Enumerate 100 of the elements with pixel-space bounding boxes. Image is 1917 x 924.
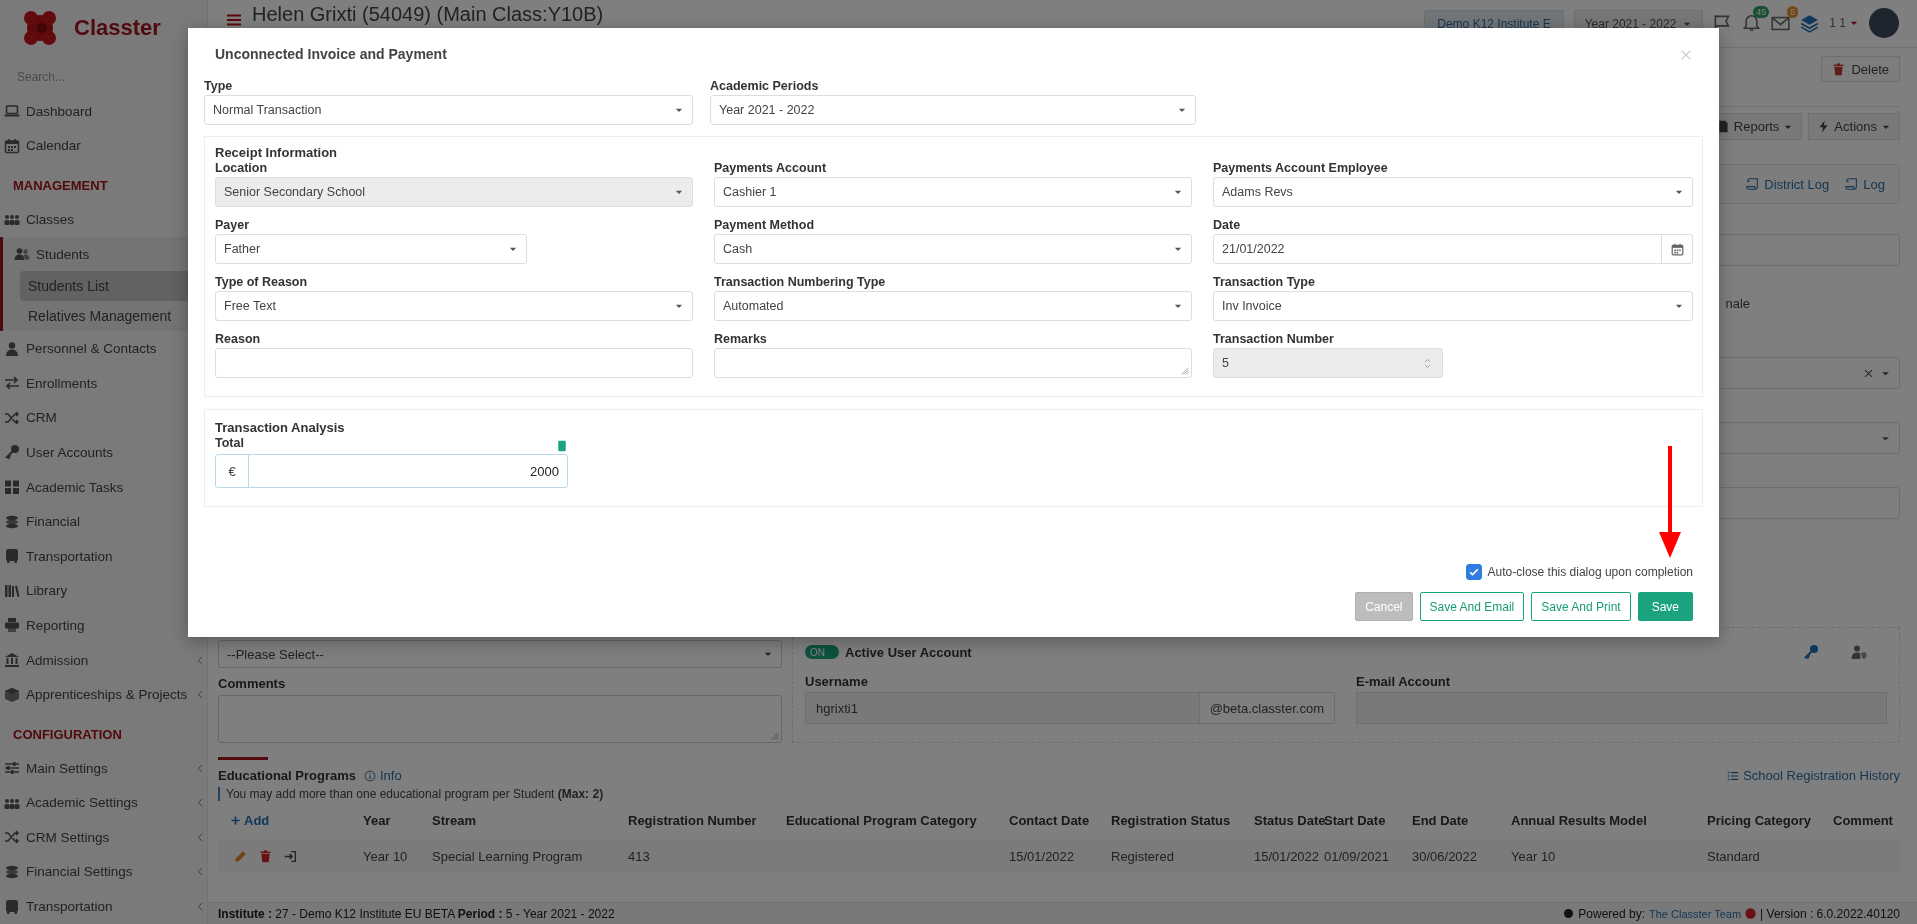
section-heading: CONFIGURATION (12, 725, 123, 744)
toggle-switch[interactable]: ON (805, 645, 839, 659)
field-label: Payer (215, 217, 251, 233)
checkbox[interactable] (1465, 564, 1482, 580)
delete-button[interactable]: Delete (1821, 56, 1900, 82)
users-icon (14, 246, 30, 263)
grid-icon (4, 479, 20, 496)
shuffle-icon (4, 829, 20, 846)
sidebar-item[interactable]: Students (3, 236, 207, 272)
sidebar-item[interactable]: Transportation (0, 538, 207, 574)
dialog-title: Unconnected Invoice and Payment (215, 46, 447, 64)
select-field[interactable]: Father (215, 234, 527, 264)
actions-dropdown[interactable]: Actions (1808, 113, 1900, 140)
table-cell-text: Year 10 (363, 848, 409, 864)
notification-badge: 45 (1753, 6, 1770, 18)
column-header: Registration Status (1111, 812, 1232, 828)
table-cell-text: 15/01/2022 (1009, 848, 1076, 864)
books-icon (4, 582, 20, 599)
printer-icon (4, 617, 20, 634)
history-link[interactable]: School Registration History (1727, 768, 1900, 783)
field-label: Type of Reason (215, 274, 309, 290)
user-menu[interactable]: 1 1 (1829, 16, 1859, 30)
sidebar-item[interactable]: Transportation (0, 889, 207, 924)
copyright-icon (1563, 908, 1575, 919)
field-label: Type (204, 78, 234, 94)
comments-field[interactable] (218, 695, 782, 743)
sidebar-item[interactable]: Reporting (0, 608, 207, 643)
date-field[interactable]: 21/01/2022 (1213, 234, 1662, 264)
checkbox-label: Auto-close this dialog upon completion (1487, 565, 1693, 579)
login-button[interactable] (284, 849, 297, 863)
bell-icon (1742, 14, 1762, 33)
save-button[interactable]: Save And Print (1531, 592, 1631, 621)
field-label: Remarks (714, 331, 768, 347)
section-heading: MANAGEMENT (12, 177, 109, 196)
log-link[interactable]: District Log (1746, 176, 1830, 192)
info-link[interactable]: Info (364, 768, 402, 783)
resize-grip-icon (1180, 366, 1189, 375)
calendar-button[interactable] (1662, 234, 1693, 264)
sidebar-item[interactable]: Financial (0, 504, 207, 539)
table-cell-text: 01/09/2021 (1324, 848, 1391, 864)
column-header: Registration Number (628, 812, 758, 828)
field-label: Date (1213, 217, 1242, 233)
scroll-icon (1845, 177, 1860, 191)
save-button[interactable]: Save (1637, 592, 1693, 621)
sidebar-item[interactable]: Dashboard (0, 94, 207, 129)
sidebar-item[interactable]: Apprenticeships & Projects (0, 677, 207, 712)
column-header: Pricing Category (1707, 812, 1813, 828)
username-field[interactable]: hgrixti1 (805, 692, 1200, 724)
edit-button[interactable] (234, 849, 247, 863)
layers-icon (1800, 14, 1820, 33)
sidebar-item[interactable]: CRM (0, 400, 207, 436)
logo-icon (1745, 908, 1757, 919)
field-label: Transaction Number (1213, 331, 1335, 347)
field-label: Transaction Numbering Type (714, 274, 887, 290)
column-header: Contact Date (1009, 812, 1091, 828)
cube-icon (4, 686, 20, 703)
select-field[interactable]: --Please Select-- (218, 640, 782, 668)
sidebar-item[interactable]: User Accounts (0, 435, 207, 470)
delete-row-button[interactable] (259, 849, 272, 863)
key-icon (4, 444, 20, 461)
sidebar-item[interactable]: CRM Settings (0, 820, 207, 855)
log-link[interactable]: Log (1845, 176, 1885, 192)
mail-icon (1771, 14, 1791, 33)
domain-addon: @beta.classter.com (1199, 692, 1335, 724)
sidebar-item[interactable]: Enrollments (0, 365, 207, 401)
sidebar-item[interactable]: Classes (0, 202, 207, 237)
close-icon[interactable] (1679, 48, 1693, 62)
page-title: Helen Grixti (54049) (Main Class:Y10B) (252, 3, 605, 26)
sidebar-item[interactable]: Main Settings (0, 750, 207, 786)
table-cell-text: 15/01/2022 (1254, 848, 1321, 864)
select-field[interactable]: Cash (714, 234, 1192, 264)
sidebar-item[interactable]: Library (0, 573, 207, 609)
add-button[interactable]: Add (218, 812, 363, 828)
select-field[interactable]: Inv Invoice (1213, 291, 1693, 321)
total-field[interactable]: € 2000 (215, 454, 568, 488)
pencil-icon (234, 849, 247, 863)
save-button[interactable]: Save And Email (1419, 592, 1525, 621)
textarea-field[interactable] (714, 348, 1192, 378)
sidebar-item[interactable]: Personnel & Contacts (0, 331, 207, 366)
note-text: You may add more than one educational program per Student (Max: 2) (218, 787, 1900, 801)
avatar-icon[interactable] (1869, 8, 1899, 38)
select-field[interactable]: Free Text (215, 291, 693, 321)
footer-info: Institute : 27 - Demo K12 Institute EU BETA Period : 5 - Year 2021 - 2022 (218, 906, 615, 921)
select-field[interactable]: Normal Transaction (204, 95, 693, 125)
section-title: Educational Programs (218, 768, 356, 783)
sidebar-item[interactable]: Calendar (0, 128, 207, 164)
select-field[interactable]: Adams Revs (1213, 177, 1693, 207)
sidebar-item[interactable]: Financial Settings (0, 854, 207, 890)
file-icon (1716, 120, 1730, 133)
field-label: Payment Method (714, 217, 815, 233)
input-field[interactable] (215, 348, 693, 378)
select-field[interactable]: Automated (714, 291, 1192, 321)
select-field[interactable]: Year 2021 - 2022 (710, 95, 1196, 125)
swap-arrows-icon (4, 375, 20, 392)
sidebar-item[interactable]: Academic Tasks (0, 469, 207, 505)
sidebar-item[interactable]: Admission (0, 642, 207, 678)
select-field[interactable]: Cashier 1 (714, 177, 1192, 207)
sidebar-item[interactable]: Academic Settings (0, 785, 207, 821)
panel-title: Transaction Analysis (215, 420, 346, 435)
team-link[interactable]: The Classter Team (1649, 907, 1742, 920)
